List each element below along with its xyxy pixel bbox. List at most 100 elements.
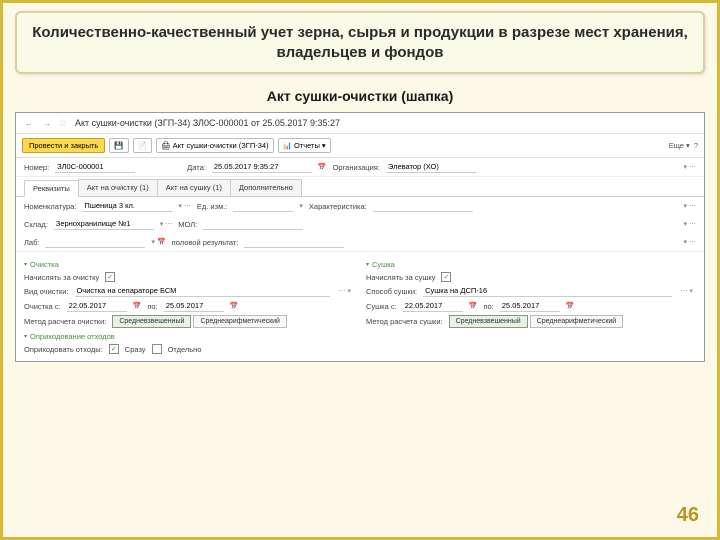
sklad-dd-icon[interactable]: ▾ ⋯	[160, 220, 172, 228]
print-act-button[interactable]: 🖨 Акт сушки-очистки (ЗГП-34)	[156, 138, 274, 153]
lab-dd-icon[interactable]: ▾ 📅	[151, 238, 165, 246]
dry-to-input[interactable]	[500, 300, 560, 312]
dry-pass-label: Начислять за сушку	[366, 273, 435, 282]
dry-type-input[interactable]	[423, 285, 671, 297]
lab-row: Лаб: ▾ 📅 половой результат: ▾ ⋯	[16, 233, 704, 252]
unit-input[interactable]	[233, 200, 293, 212]
org-select-icon[interactable]: ▾ ⋯	[684, 163, 696, 171]
dry-method-weighted[interactable]: Средневзвешенный	[449, 315, 528, 328]
date-label: Дата:	[187, 163, 206, 172]
clean-pass-label: Начислять за очистку	[24, 273, 99, 282]
tab-additional[interactable]: Дополнительно	[230, 179, 302, 196]
dry-title[interactable]: ▾Сушка	[366, 260, 696, 269]
clean-method-arithmetic[interactable]: Среднеарифметический	[193, 315, 287, 328]
clean-type-dd-icon[interactable]: ⋯ ▾	[336, 287, 354, 295]
dry-type-label: Способ сушки:	[366, 287, 417, 296]
clean-method-label: Метод расчета очистки:	[24, 317, 106, 326]
print-act-label: Акт сушки-очистки (ЗГП-34)	[173, 141, 269, 150]
dry-type-dd-icon[interactable]: ⋯ ▾	[678, 287, 696, 295]
slide-title-box: Количественно-качественный учет зерна, с…	[15, 11, 705, 74]
clean-to-label: по:	[147, 302, 157, 311]
save-close-button[interactable]: Провести и закрыть	[22, 138, 105, 153]
half-dd-icon[interactable]: ▾ ⋯	[684, 238, 696, 246]
chevron-down-icon: ▾	[366, 261, 369, 268]
mol-dd-icon[interactable]: ▾ ⋯	[684, 220, 696, 228]
dry-from-input[interactable]	[403, 300, 463, 312]
nomen-label: Номенклатура:	[24, 202, 76, 211]
dry-method-radio: Средневзвешенный Среднеарифметический	[449, 315, 624, 328]
chevron-down-icon: ▾	[24, 261, 27, 268]
org-label: Организация:	[333, 163, 380, 172]
waste-label: Оприходовать отходы:	[24, 345, 103, 354]
favorite-star-icon[interactable]: ☆	[58, 118, 67, 129]
waste-title[interactable]: ▾Оприходование отходов	[24, 332, 354, 341]
number-input[interactable]	[55, 161, 135, 173]
app-window: ← → ☆ Акт сушки-очистки (ЗГП-34) ЗЛ0С-00…	[15, 112, 705, 362]
page-number: 46	[677, 504, 699, 527]
toolbar: Провести и закрыть 💾 📄 🖨 Акт сушки-очист…	[16, 134, 704, 158]
unit-label: Ед. изм.:	[197, 202, 228, 211]
mol-input[interactable]	[203, 218, 303, 230]
waste-opt2-radio[interactable]	[152, 344, 162, 354]
clean-section: ▾Очистка Начислять за очистку ✓ Вид очис…	[24, 256, 354, 357]
nomen-row: Номенклатура: ▾ ⋯ Ед. изм.: ▾ Характерис…	[16, 197, 704, 215]
clean-from-cal-icon[interactable]: 📅	[133, 302, 142, 310]
clean-title[interactable]: ▾Очистка	[24, 260, 354, 269]
clean-method-weighted[interactable]: Средневзвешенный	[112, 315, 191, 328]
nav-back-icon[interactable]: ←	[22, 116, 36, 130]
dry-method-label: Метод расчета сушки:	[366, 317, 443, 326]
slide-subtitle: Акт сушки-очистки (шапка)	[15, 88, 705, 104]
sklad-label: Склад:	[24, 220, 48, 229]
clean-to-input[interactable]	[164, 300, 224, 312]
dry-method-arithmetic[interactable]: Среднеарифметический	[530, 315, 624, 328]
char-input[interactable]	[373, 200, 473, 212]
date-input[interactable]	[212, 161, 312, 173]
header-row: Номер: Дата: 📅 Организация: ▾ ⋯	[16, 158, 704, 177]
clean-method-radio: Средневзвешенный Среднеарифметический	[112, 315, 287, 328]
reports-label: Отчеты	[294, 141, 320, 150]
dry-to-label: по:	[483, 302, 493, 311]
half-label: половой результат:	[172, 238, 239, 247]
save-button[interactable]: 💾	[109, 138, 128, 153]
mol-label: МОЛ:	[178, 220, 197, 229]
unit-dd-icon[interactable]: ▾	[299, 202, 303, 210]
sklad-input[interactable]	[54, 218, 154, 230]
nomen-dd-icon[interactable]: ▾ ⋯	[178, 202, 190, 210]
clean-from-label: Очистка с:	[24, 302, 61, 311]
tab-dry-act[interactable]: Акт на сушку (1)	[157, 179, 231, 196]
tab-requisites[interactable]: Реквизиты	[24, 180, 79, 197]
help-button[interactable]: ?	[694, 141, 698, 150]
reports-button[interactable]: 📊 Отчеты ▾	[278, 138, 331, 153]
waste-opt2-label: Отдельно	[168, 345, 202, 354]
number-label: Номер:	[24, 163, 49, 172]
lab-input[interactable]	[45, 236, 145, 248]
more-menu[interactable]: Еще ▾	[669, 141, 690, 150]
dry-to-cal-icon[interactable]: 📅	[566, 302, 575, 310]
window-title: Акт сушки-очистки (ЗГП-34) ЗЛ0С-000001 о…	[75, 118, 340, 128]
org-input[interactable]	[386, 161, 476, 173]
dry-from-cal-icon[interactable]: 📅	[469, 302, 478, 310]
tabs: Реквизиты Акт на очистку (1) Акт на сушк…	[16, 177, 704, 197]
char-label: Характеристика:	[309, 202, 367, 211]
waste-opt1-label: Сразу	[125, 345, 146, 354]
dry-pass-checkbox[interactable]: ✓	[441, 272, 451, 282]
slide-title: Количественно-качественный учет зерна, с…	[31, 23, 689, 62]
nav-forward-icon[interactable]: →	[40, 116, 54, 130]
dry-section: ▾Сушка Начислять за сушку ✓ Способ сушки…	[366, 256, 696, 357]
nomen-input[interactable]	[82, 200, 172, 212]
sklad-row: Склад: ▾ ⋯ МОЛ: ▾ ⋯	[16, 215, 704, 233]
clean-from-input[interactable]	[67, 300, 127, 312]
clean-type-label: Вид очистки:	[24, 287, 69, 296]
clean-pass-checkbox[interactable]: ✓	[105, 272, 115, 282]
chevron-down-icon: ▾	[24, 333, 27, 340]
char-dd-icon[interactable]: ▾ ⋯	[684, 202, 696, 210]
date-picker-icon[interactable]: 📅	[318, 163, 327, 171]
dry-from-label: Сушка с:	[366, 302, 397, 311]
tab-clean-act[interactable]: Акт на очистку (1)	[78, 179, 158, 196]
clean-type-input[interactable]	[75, 285, 330, 297]
waste-opt1-radio[interactable]: ✓	[109, 344, 119, 354]
lab-label: Лаб:	[24, 238, 39, 247]
half-input[interactable]	[244, 236, 344, 248]
clean-to-cal-icon[interactable]: 📅	[230, 302, 239, 310]
post-button[interactable]: 📄	[133, 138, 152, 153]
